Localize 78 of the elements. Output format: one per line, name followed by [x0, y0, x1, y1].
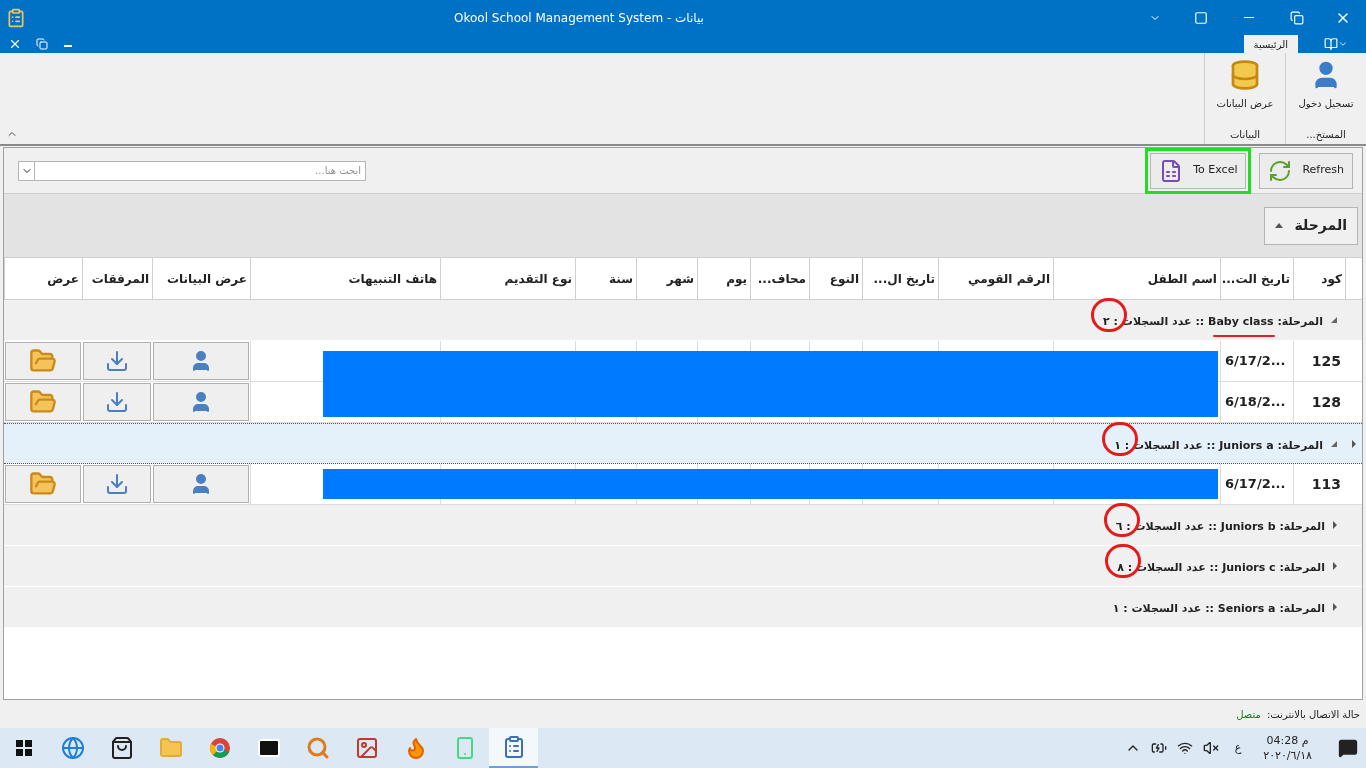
column-header[interactable]: يوم [697, 258, 750, 299]
database-icon [1229, 59, 1261, 91]
browser-icon [60, 736, 85, 760]
row-indicator-icon [1351, 439, 1356, 448]
ribbon-button[interactable]: عرض البيانات [1213, 57, 1277, 127]
collapsed-icon[interactable] [1333, 603, 1337, 611]
column-header[interactable]: كود [1293, 258, 1345, 299]
battery-icon[interactable] [1150, 740, 1167, 756]
view-data-button[interactable] [153, 383, 249, 421]
window-icon [1194, 10, 1208, 25]
windows-logo-icon [16, 740, 32, 756]
group-by-field[interactable]: المرحلة [1263, 206, 1358, 245]
column-header[interactable]: شهر [636, 258, 697, 299]
column-header[interactable]: نوع التقديم [440, 258, 575, 299]
column-header[interactable]: المرفقات [82, 258, 152, 299]
close-icon[interactable] [8, 37, 22, 51]
table-cell: 6/17/2... [1220, 464, 1293, 504]
toolbar-button[interactable]: Refresh [1259, 152, 1353, 189]
group-label: المرحلة: Seniors a :: عدد السجلات : ١ [1112, 602, 1325, 615]
download-button[interactable] [83, 383, 151, 421]
column-header[interactable]: تاريخ الت... [1220, 258, 1293, 299]
download-icon [105, 349, 129, 373]
app-icon [6, 7, 26, 28]
table-cell: 125 [1293, 341, 1345, 381]
sort-up-icon [1274, 223, 1283, 228]
column-header[interactable]: هاتف التنبيهات [250, 258, 440, 299]
download-icon [105, 472, 129, 496]
table-cell: 113 [1293, 464, 1345, 504]
table-cell: 6/17/2... [1220, 341, 1293, 381]
wifi-icon[interactable] [1176, 740, 1193, 756]
view-data-button[interactable] [153, 342, 249, 380]
open-folder-button[interactable] [5, 342, 81, 380]
shopping-bag-icon [109, 736, 134, 760]
window-title: Okool School Management System - بيانات [453, 9, 705, 27]
column-header[interactable]: تاريخ ال... [862, 258, 938, 299]
status-label: حالة الاتصال بالانترنت: [1266, 707, 1360, 722]
download-button[interactable] [83, 342, 151, 380]
book-icon [1324, 37, 1338, 51]
column-header[interactable]: اسم الطفل [1053, 258, 1220, 299]
status-value: متصل [1236, 707, 1261, 722]
view-data-button[interactable] [153, 465, 249, 503]
open-folder-button[interactable] [5, 465, 81, 503]
restore-icon [1290, 10, 1304, 25]
language-indicator[interactable]: ع [1228, 739, 1248, 757]
notification-icon[interactable] [1338, 738, 1358, 758]
column-header[interactable]: النوع [809, 258, 862, 299]
open-folder-button[interactable] [5, 383, 81, 421]
dropdown-button[interactable] [18, 160, 34, 181]
collapsed-icon[interactable] [1333, 521, 1337, 529]
search-field[interactable]: ابحث هنا... [34, 160, 366, 181]
muted-speaker-icon[interactable] [1202, 740, 1219, 756]
column-header[interactable]: سنة [575, 258, 636, 299]
column-header[interactable]: الرقم القومي [938, 258, 1053, 299]
group-label: المستخ... [1306, 128, 1346, 143]
collapsed-icon[interactable] [1333, 562, 1337, 570]
group-label: البيانات [1229, 128, 1261, 142]
refresh-icon [1268, 158, 1293, 183]
column-header[interactable]: عرض البيانات [152, 258, 250, 299]
table-cell: 128 [1293, 382, 1345, 422]
group-row[interactable]: المرحلة: Seniors a :: عدد السجلات : ١ [4, 587, 1362, 628]
expanded-icon[interactable] [1331, 317, 1337, 323]
folder-icon [158, 736, 183, 760]
chrome-icon [207, 736, 232, 760]
column-header[interactable]: عرض [4, 258, 82, 299]
ribbon-button[interactable]: تسجيل دخول [1294, 57, 1358, 127]
clock[interactable]: م 04:28 ٢٠٢٠/٦/١٨ [1257, 733, 1318, 763]
ribbon-tab[interactable]: الرئيسية [1243, 35, 1298, 53]
expanded-icon[interactable] [1331, 440, 1337, 447]
column-header[interactable]: محاف... [750, 258, 809, 299]
caret-icon [1338, 39, 1348, 49]
download-button[interactable] [83, 465, 151, 503]
table-cell: 6/18/2... [1220, 382, 1293, 422]
image-icon [354, 736, 379, 760]
magnifier-icon [305, 736, 330, 760]
toolbar-button[interactable]: To Excel [1150, 152, 1247, 189]
minimize-icon [1244, 17, 1254, 18]
download-icon [105, 390, 129, 414]
restore-icon[interactable] [36, 38, 48, 50]
